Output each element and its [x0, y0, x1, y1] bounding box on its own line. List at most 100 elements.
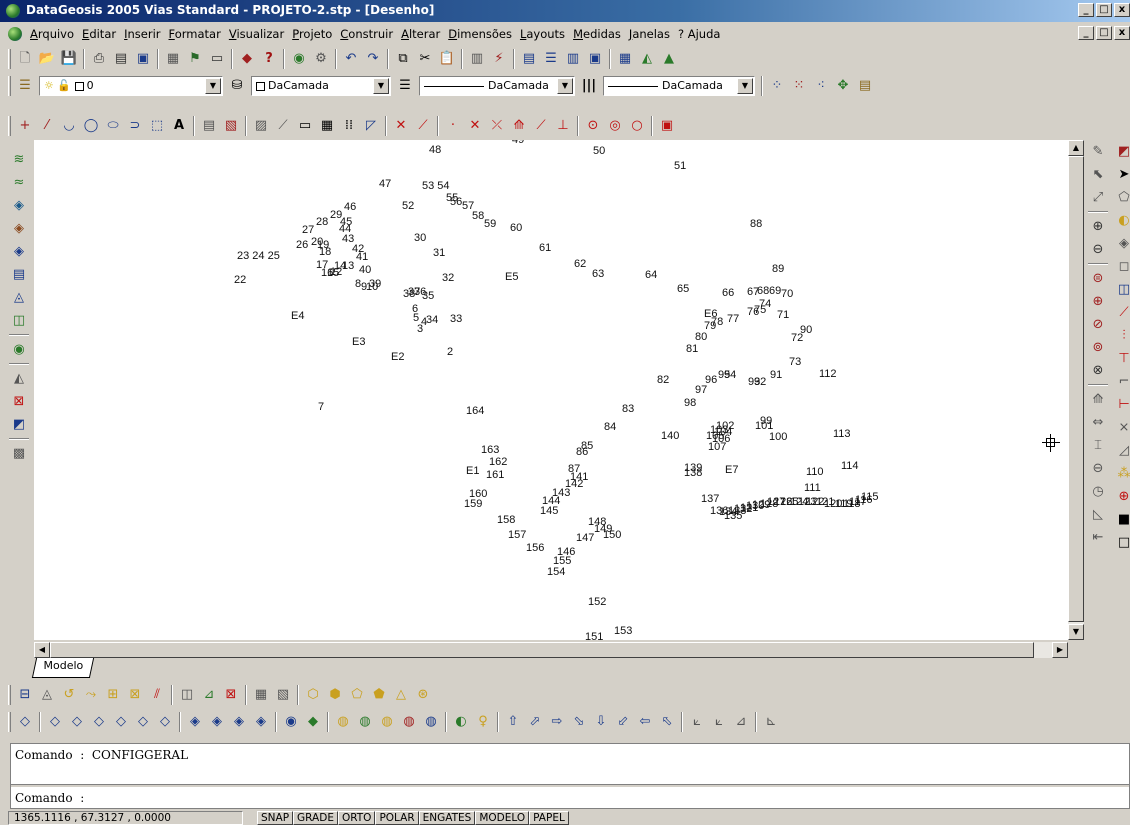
- circle-tool-icon[interactable]: ◯: [80, 115, 102, 137]
- chevron-down-icon[interactable]: ▼: [557, 77, 573, 94]
- delete-icon[interactable]: ✕: [390, 115, 412, 137]
- dot-grid-icon[interactable]: ⁞⁞: [338, 115, 360, 137]
- tools-icon[interactable]: ⚙: [310, 48, 332, 70]
- points-import-icon[interactable]: ⁘: [766, 75, 788, 97]
- bulb-icon[interactable]: ♀: [472, 711, 494, 733]
- view-se-icon[interactable]: ◈: [206, 711, 228, 733]
- insert-block-icon[interactable]: ▧: [220, 115, 242, 137]
- move-icon[interactable]: ⤢: [1087, 186, 1109, 209]
- open-folder-icon[interactable]: 📂: [36, 48, 58, 70]
- survey-point-label[interactable]: 100: [769, 431, 787, 443]
- horizontal-scroll-thumb[interactable]: [50, 642, 1034, 658]
- snap-extension-icon[interactable]: ⟰: [508, 115, 530, 137]
- survey-point-label[interactable]: 133: [728, 505, 746, 517]
- snap-perpendicular-icon[interactable]: ⊥: [552, 115, 574, 137]
- snap-apparent-icon[interactable]: ⤫: [486, 115, 508, 137]
- survey-point-label[interactable]: 2: [447, 346, 453, 358]
- shade-5-icon[interactable]: ◍: [420, 711, 442, 733]
- survey-point-label[interactable]: 47: [379, 178, 391, 190]
- survey-point-label[interactable]: 152: [588, 596, 606, 608]
- ucs-world-icon[interactable]: ⊾: [760, 711, 782, 733]
- measure-icon[interactable]: ◷: [1087, 480, 1109, 503]
- copy-icon[interactable]: ⧉: [392, 48, 414, 70]
- join-icon[interactable]: ⊕: [1113, 485, 1130, 508]
- terrain-color-icon[interactable]: ◈: [8, 217, 30, 240]
- survey-point-label[interactable]: 163: [481, 444, 499, 456]
- survey-point-label[interactable]: 56: [450, 196, 462, 208]
- survey-point-label[interactable]: 70: [781, 288, 793, 300]
- doc-minimize-button[interactable]: _: [1078, 26, 1094, 40]
- survey-point-label[interactable]: 162: [489, 456, 507, 468]
- arrow-down-icon[interactable]: ⇩: [590, 711, 612, 733]
- survey-point-label[interactable]: 32: [442, 272, 454, 284]
- view-right-icon[interactable]: ◇: [110, 711, 132, 733]
- tab-model[interactable]: Modelo: [31, 658, 94, 678]
- scroll-right-icon[interactable]: ▶: [1052, 642, 1068, 658]
- layer-manager-icon[interactable]: ▤: [518, 48, 540, 70]
- shade-3-icon[interactable]: ◍: [376, 711, 398, 733]
- survey-point-label[interactable]: 50: [593, 145, 605, 157]
- survey-point-label[interactable]: E3: [352, 336, 365, 348]
- survey-point-label[interactable]: 88: [750, 218, 762, 230]
- save-icon[interactable]: 💾: [58, 48, 80, 70]
- scroll-left-icon[interactable]: ◀: [34, 642, 50, 658]
- scale-icon[interactable]: ⫶: [1113, 324, 1130, 347]
- contour-edit-icon[interactable]: ≈: [8, 171, 30, 194]
- survey-point-label[interactable]: 112: [819, 368, 837, 380]
- stretch-icon[interactable]: ⇔: [1087, 411, 1109, 434]
- grid-tool-icon[interactable]: ▦: [316, 115, 338, 137]
- extend-icon[interactable]: ⌐: [1113, 370, 1130, 393]
- survey-point-label[interactable]: 83: [622, 403, 634, 415]
- text-tool-icon[interactable]: A: [168, 115, 190, 137]
- survey-point-label[interactable]: 27: [302, 224, 314, 236]
- terrain-water-icon[interactable]: ◈: [8, 240, 30, 263]
- rotate-icon[interactable]: ⟋: [1113, 301, 1130, 324]
- survey-point-label[interactable]: 59: [484, 218, 496, 230]
- arrow-ne-icon[interactable]: ⬀: [524, 711, 546, 733]
- pointer-icon[interactable]: ➤: [1113, 163, 1130, 186]
- toggle-snap[interactable]: SNAP: [257, 810, 294, 825]
- survey-point-label[interactable]: 158: [497, 514, 515, 526]
- shade-4-icon[interactable]: ◍: [398, 711, 420, 733]
- snap-node-icon[interactable]: ○: [626, 115, 648, 137]
- survey-point-label[interactable]: 34: [426, 314, 438, 326]
- export-icon[interactable]: ▣: [132, 48, 154, 70]
- survey-point-label[interactable]: 48: [429, 144, 441, 156]
- menu-alterar[interactable]: Alterar: [397, 27, 444, 41]
- help-icon[interactable]: ?: [258, 48, 280, 70]
- survey-point-label[interactable]: 81: [686, 343, 698, 355]
- break-icon[interactable]: ⊢: [1113, 393, 1130, 416]
- survey-point-label[interactable]: 154: [547, 566, 565, 578]
- lineweight-select[interactable]: DaCamada ▼: [603, 75, 755, 96]
- survey-point-label[interactable]: 84: [604, 421, 616, 433]
- toggle-engates[interactable]: ENGATES: [418, 810, 476, 825]
- ellipse-tool-icon[interactable]: ⬭: [102, 115, 124, 137]
- menu-construir[interactable]: Construir: [336, 27, 397, 41]
- survey-point-label[interactable]: E7: [725, 464, 738, 476]
- snap-intersection-icon[interactable]: ✕: [464, 115, 486, 137]
- survey-point-label[interactable]: 30: [414, 232, 426, 244]
- fillet-icon[interactable]: ◿: [1113, 439, 1130, 462]
- survey-point-label[interactable]: 77: [727, 313, 739, 325]
- line-tool-icon[interactable]: ⁄: [36, 115, 58, 137]
- hatch-tool-icon[interactable]: ▨: [250, 115, 272, 137]
- toggle-orto[interactable]: ORTO: [337, 810, 376, 825]
- explode-icon[interactable]: ⁂: [1113, 462, 1130, 485]
- survey-point-label[interactable]: 153: [614, 625, 632, 637]
- survey-point-label[interactable]: 18: [319, 246, 331, 258]
- survey-point-label[interactable]: 23 24 25: [237, 250, 280, 262]
- survey-point-label[interactable]: 53 54: [422, 180, 450, 192]
- survey-point-label[interactable]: 3: [417, 323, 423, 335]
- print-icon[interactable]: ⎙: [88, 48, 110, 70]
- survey-point-label[interactable]: 145: [540, 505, 558, 517]
- view-top-icon[interactable]: ◇: [44, 711, 66, 733]
- alignment-icon[interactable]: ↺: [58, 684, 80, 706]
- survey-point-label[interactable]: E4: [291, 310, 304, 322]
- arrow-nw-icon[interactable]: ⬁: [656, 711, 678, 733]
- arrow-right-icon[interactable]: ⇨: [546, 711, 568, 733]
- zoom-window-icon[interactable]: ⊜: [1087, 267, 1109, 290]
- columns-icon[interactable]: ▥: [562, 48, 584, 70]
- layer-select[interactable]: ☼ 🔓 0 ▼: [39, 75, 223, 96]
- toggle-papel[interactable]: PAPEL: [529, 810, 569, 825]
- chevron-down-icon[interactable]: ▼: [373, 77, 389, 94]
